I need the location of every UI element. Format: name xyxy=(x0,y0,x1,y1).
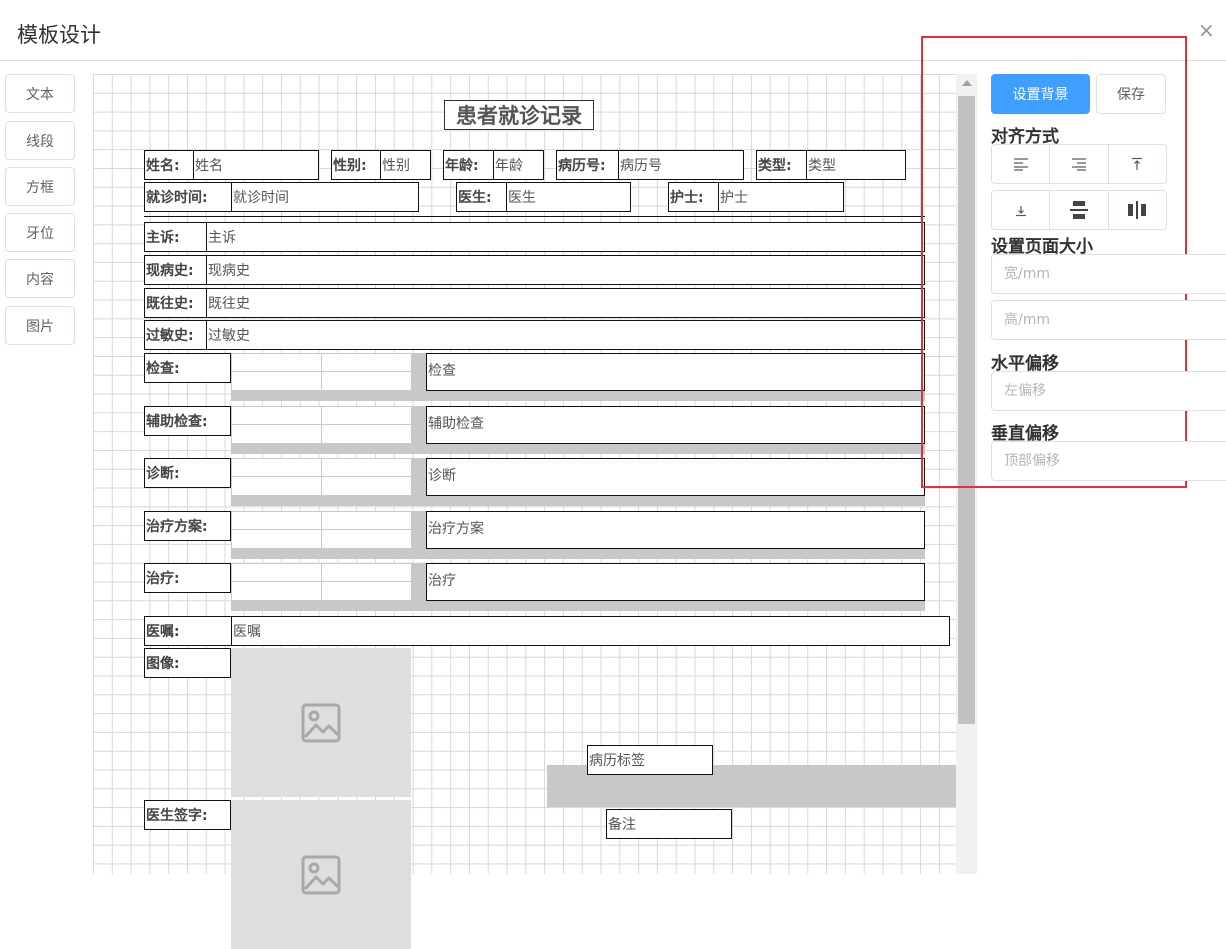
gender-field[interactable]: 性别 xyxy=(380,150,431,180)
align-group-2 xyxy=(991,190,1167,230)
tool-content-button[interactable]: 内容 xyxy=(5,259,75,298)
align-right-icon[interactable] xyxy=(1050,145,1109,183)
tooth-table-divider xyxy=(232,424,411,425)
allergy-field[interactable]: 过敏史 xyxy=(206,320,925,350)
visit-time-field[interactable]: 就诊时间 xyxy=(231,182,419,212)
left-offset-input[interactable] xyxy=(991,371,1226,411)
tooth-table-divider xyxy=(321,407,322,443)
tooth-table-divider xyxy=(321,459,322,495)
exam-field[interactable]: 检查 xyxy=(426,353,925,391)
diagnosis-field[interactable]: 诊断 xyxy=(426,458,925,496)
align-group-1 xyxy=(991,144,1167,184)
treatment-plan-label[interactable]: 治疗方案: xyxy=(144,511,231,541)
tooth-table-divider xyxy=(232,581,411,582)
name-label[interactable]: 姓名: xyxy=(144,150,194,180)
type-label[interactable]: 类型: xyxy=(756,150,807,180)
set-background-button[interactable]: 设置背景 xyxy=(991,74,1090,114)
record-no-label[interactable]: 病历号: xyxy=(556,150,619,180)
tooth-table-divider xyxy=(232,529,411,530)
allergy-label[interactable]: 过敏史: xyxy=(144,320,207,350)
image-label[interactable]: 图像: xyxy=(144,648,231,678)
treatment-plan-field[interactable]: 治疗方案 xyxy=(426,511,925,549)
tooth-table-divider xyxy=(232,476,411,477)
width-input[interactable] xyxy=(991,254,1226,294)
chief-complaint-label[interactable]: 主诉: xyxy=(144,222,207,252)
age-field[interactable]: 年龄 xyxy=(493,150,544,180)
advice-label[interactable]: 医嘱: xyxy=(144,616,232,646)
image-icon xyxy=(301,855,341,894)
signature-image-placeholder[interactable] xyxy=(231,800,411,949)
advice-field[interactable]: 医嘱 xyxy=(231,616,950,646)
image-placeholder[interactable] xyxy=(231,648,411,797)
visit-time-label[interactable]: 就诊时间: xyxy=(144,182,232,212)
exam-label[interactable]: 检查: xyxy=(144,353,231,383)
signature-label[interactable]: 医生签字: xyxy=(144,800,231,830)
align-top-icon[interactable] xyxy=(1109,145,1166,183)
save-button[interactable]: 保存 xyxy=(1096,74,1166,114)
past-history-label[interactable]: 既往史: xyxy=(144,288,207,318)
tooth-table-divider xyxy=(232,371,411,372)
dialog-title: 模板设计 xyxy=(17,23,101,47)
tool-image-button[interactable]: 图片 xyxy=(5,306,75,345)
tooth-table-divider xyxy=(321,512,322,548)
treatment-field[interactable]: 治疗 xyxy=(426,563,925,601)
tool-line-button[interactable]: 线段 xyxy=(5,121,75,160)
present-illness-label[interactable]: 现病史: xyxy=(144,255,207,285)
name-field[interactable]: 姓名 xyxy=(193,150,319,180)
tool-tooth-button[interactable]: 牙位 xyxy=(5,213,75,252)
aux-exam-field[interactable]: 辅助检查 xyxy=(426,406,925,444)
align-left-icon[interactable] xyxy=(992,145,1051,183)
tool-text-button[interactable]: 文本 xyxy=(5,74,75,113)
gender-label[interactable]: 性别: xyxy=(331,150,381,180)
separator-line[interactable] xyxy=(144,216,925,217)
tool-box-button[interactable]: 方框 xyxy=(5,167,75,206)
image-icon xyxy=(301,703,341,742)
doctor-field[interactable]: 医生 xyxy=(506,182,631,212)
tooth-table-divider xyxy=(321,564,322,600)
doctor-label[interactable]: 医生: xyxy=(456,182,507,212)
height-input[interactable] xyxy=(991,300,1226,340)
record-tag-field[interactable]: 病历标签 xyxy=(587,745,713,775)
template-title[interactable]: 患者就诊记录 xyxy=(444,100,594,130)
record-no-field[interactable]: 病历号 xyxy=(618,150,744,180)
remark-field[interactable]: 备注 xyxy=(606,809,732,839)
treatment-label[interactable]: 治疗: xyxy=(144,563,231,593)
diagnosis-label[interactable]: 诊断: xyxy=(144,458,231,488)
chief-complaint-field[interactable]: 主诉 xyxy=(206,222,925,252)
top-offset-input[interactable] xyxy=(991,441,1226,481)
tooth-table-divider xyxy=(321,354,322,390)
close-icon[interactable]: × xyxy=(1198,18,1215,42)
type-field[interactable]: 类型 xyxy=(806,150,906,180)
nurse-label[interactable]: 护士: xyxy=(668,182,719,212)
align-bottom-icon[interactable] xyxy=(992,191,1051,229)
past-history-field[interactable]: 既往史 xyxy=(206,288,925,318)
nurse-field[interactable]: 护士 xyxy=(718,182,844,212)
age-label[interactable]: 年龄: xyxy=(443,150,494,180)
present-illness-field[interactable]: 现病史 xyxy=(206,255,925,285)
align-horizontal-center-icon[interactable] xyxy=(1109,191,1166,229)
aux-exam-label[interactable]: 辅助检查: xyxy=(144,406,231,436)
align-vertical-center-icon[interactable] xyxy=(1050,191,1109,229)
